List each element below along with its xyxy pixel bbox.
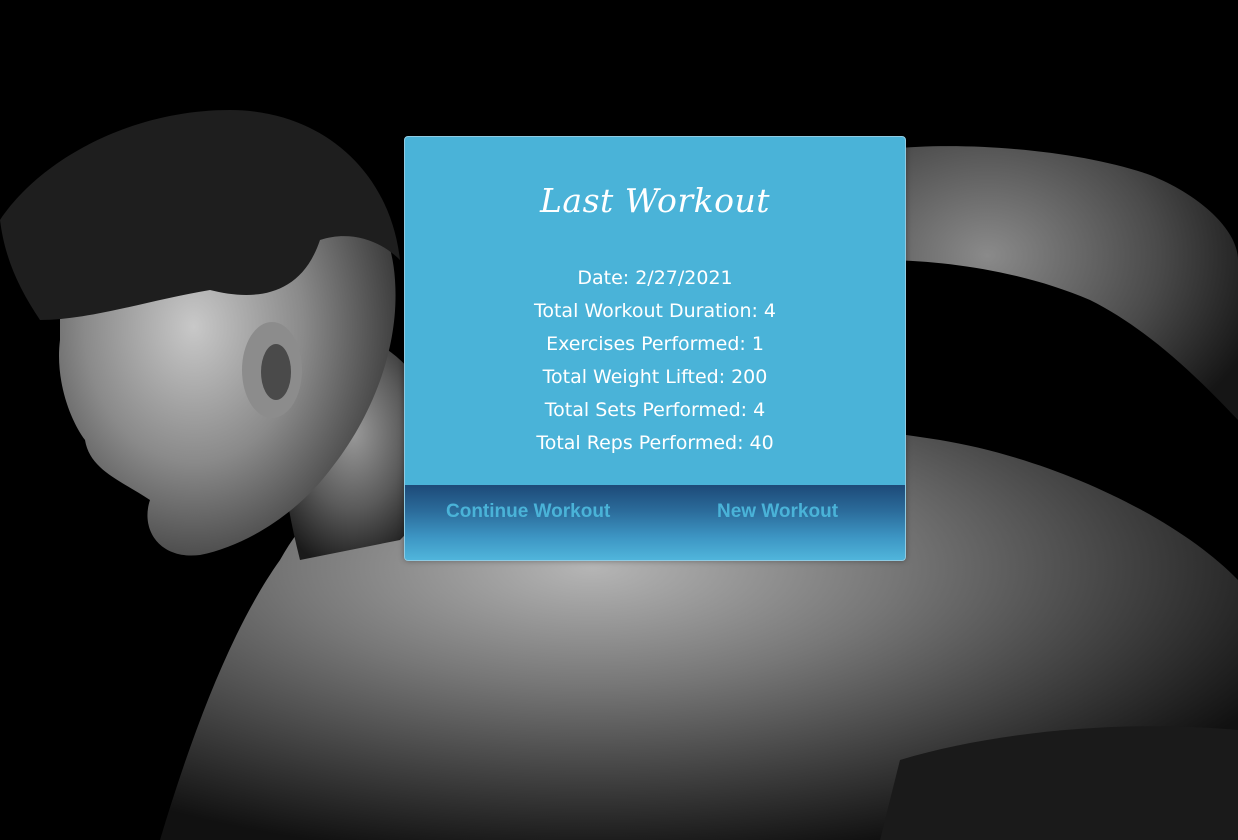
stat-value: 200 [731,366,768,388]
card-title: Last Workout [540,181,770,220]
stat-label: Exercises Performed: [546,333,746,355]
stat-value: 2/27/2021 [635,267,733,289]
stat-reps: Total Reps Performed: 40 [405,427,905,460]
stat-exercises: Exercises Performed: 1 [405,328,905,361]
workout-stats: Date: 2/27/2021 Total Workout Duration: 4 … [405,262,905,460]
stat-label: Total Workout Duration: [533,300,758,322]
last-workout-card: Last Workout Date: 2/27/2021 Total Workou… [404,136,906,561]
stat-value: 4 [753,399,766,421]
stat-label: Total Weight Lifted: [542,366,726,388]
stat-weight: Total Weight Lifted: 200 [405,361,905,394]
stat-date: Date: 2/27/2021 [405,262,905,295]
card-footer: Continue Workout New Workout [405,485,905,560]
stat-value: 4 [763,300,777,322]
stat-sets: Total Sets Performed: 4 [405,394,905,427]
stat-label: Total Sets Performed: [544,399,748,421]
continue-workout-button[interactable]: Continue Workout [446,499,610,525]
stat-label: Total Reps Performed: [536,432,744,454]
stat-label: Date: [577,267,630,289]
new-workout-button[interactable]: New Workout [717,499,838,525]
stat-value: 1 [751,333,764,355]
stat-value: 40 [749,432,774,454]
stat-duration: Total Workout Duration: 4 [405,295,905,328]
